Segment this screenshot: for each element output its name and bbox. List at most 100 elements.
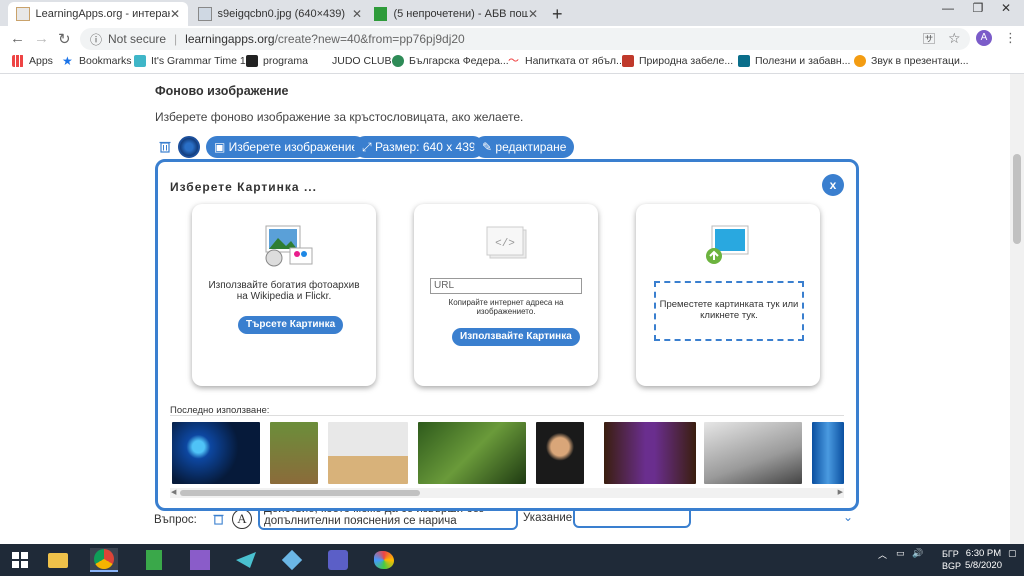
bookmarks-bar: Apps ★ Bookmarks It's Grammar Time 1 prog… <box>0 52 1024 74</box>
learningapps-favicon-icon <box>16 7 30 21</box>
teams-icon[interactable] <box>324 548 352 572</box>
card-description: Копирайте интернет адреса на изображение… <box>448 298 564 316</box>
recent-image-battery[interactable] <box>812 422 844 484</box>
chevron-down-icon[interactable]: ⌄ <box>843 510 853 524</box>
vertical-scrollbar[interactable] <box>1010 74 1024 544</box>
scrollbar-thumb[interactable] <box>180 490 420 496</box>
text-format-icon[interactable]: A <box>232 509 252 529</box>
bookmark-federation[interactable]: Българска Федера... <box>392 55 509 67</box>
sound-icon <box>854 55 866 67</box>
recent-image-virus[interactable] <box>172 422 260 484</box>
upload-image-card: Преместете картинката тук или кликнете т… <box>636 204 820 386</box>
address-bar[interactable]: ⓘ Not secure | learningapps.org/create?n… <box>80 28 970 50</box>
notifications-icon[interactable]: ▢ <box>1008 548 1017 559</box>
network-icon[interactable]: ▭ <box>896 548 905 559</box>
home-favicon-icon <box>374 7 388 21</box>
resize-icon: ⤢ <box>362 140 375 154</box>
bookmark-nature[interactable]: Природна забеле... <box>622 55 733 67</box>
choose-image-dialog: Изберете Картинка ... x Използвайте бога… <box>155 159 859 511</box>
close-window-icon[interactable]: ✕ <box>984 0 1024 20</box>
url-input[interactable]: URL <box>430 278 582 294</box>
bookmark-label: Звук в презентаци... <box>871 55 969 67</box>
bookmark-sound[interactable]: Звук в презентаци... <box>854 55 969 67</box>
lang-primary: БГР <box>942 549 959 559</box>
paper-plane-app-icon[interactable] <box>232 548 260 572</box>
useful-icon <box>738 55 750 67</box>
reload-icon[interactable]: ↻ <box>58 30 71 48</box>
security-status: Not secure <box>108 32 167 46</box>
page-title: Фоново изображение <box>155 84 289 98</box>
recent-image-jungle[interactable] <box>418 422 526 484</box>
bookmark-label: Напитката от ябъл... <box>525 55 625 67</box>
bookmark-label: It's Grammar Time 1 <box>151 55 246 67</box>
tab-image[interactable]: s9eigqcbn0.jpg (640×439) ✕ <box>190 2 370 26</box>
paint-icon[interactable] <box>370 548 398 572</box>
size-button[interactable]: ⤢ Размер: 640 x 439 <box>354 136 484 158</box>
recent-image-deer[interactable] <box>270 422 318 484</box>
bookmark-label: Apps <box>29 55 53 67</box>
translate-icon[interactable]: 🈂 <box>923 30 935 47</box>
apps-grid-icon <box>12 55 24 67</box>
separator: | <box>174 32 178 46</box>
edit-icon: ✎ <box>482 140 496 154</box>
recent-image-tools[interactable] <box>704 422 802 484</box>
profile-avatar[interactable]: A <box>976 30 992 46</box>
calculator-icon[interactable] <box>140 548 168 572</box>
chrome-icon[interactable] <box>90 548 118 572</box>
scrollbar-thumb[interactable] <box>1013 154 1021 244</box>
cube-app-icon[interactable] <box>278 548 306 572</box>
close-tab-icon[interactable]: ✕ <box>170 7 180 21</box>
bookmark-bookmarks[interactable]: ★ Bookmarks <box>62 55 132 67</box>
horizontal-scrollbar[interactable]: ◀ ▶ <box>170 488 844 498</box>
card-description: Използвайте богатия фотоархив на Wikiped… <box>208 280 360 302</box>
edit-button[interactable]: ✎ редактиране <box>474 136 575 158</box>
forward-icon[interactable]: → <box>34 30 49 47</box>
windows-taskbar: ︿ ▭ 🔊 БГР BGP 6:30 PM 5/8/2020 ▢ <box>0 544 1024 576</box>
upload-image-icon <box>706 225 749 264</box>
close-tab-icon[interactable]: ✕ <box>528 7 538 21</box>
tab-learningapps[interactable]: LearningApps.org - интерактив ✕ <box>8 2 188 26</box>
new-tab-icon[interactable]: + <box>552 4 563 25</box>
keyboard-layout[interactable]: БГР BGP <box>942 548 961 572</box>
recent-image-shakespeare[interactable] <box>536 422 584 484</box>
svg-text:</>: </> <box>495 238 515 250</box>
bookmark-judo[interactable]: JUDO CLUB <box>332 55 392 67</box>
choose-image-button[interactable]: ▣ Изберете изображение <box>206 136 367 158</box>
bookmark-label: programa <box>263 55 308 67</box>
background-thumbnail[interactable] <box>178 136 200 158</box>
info-icon[interactable]: ⓘ <box>90 31 102 48</box>
code-icon: </> <box>486 226 527 259</box>
windows-start-icon[interactable] <box>6 548 34 572</box>
system-clock[interactable]: 6:30 PM 5/8/2020 <box>965 548 1002 572</box>
speaker-icon[interactable]: 🔊 <box>912 548 923 559</box>
divider <box>170 415 844 416</box>
bookmark-grammar[interactable]: It's Grammar Time 1 <box>134 55 246 67</box>
bookmark-useful[interactable]: Полезни и забавн... <box>738 55 850 67</box>
recent-image-camel[interactable] <box>328 422 408 484</box>
search-image-button[interactable]: Търсете Картинка <box>238 316 344 334</box>
file-explorer-icon[interactable] <box>44 548 72 572</box>
bookmark-apps[interactable]: Apps <box>12 55 53 67</box>
bookmark-drink[interactable]: 〜 Напитката от ябъл... <box>508 55 625 67</box>
tray-chevron-icon[interactable]: ︿ <box>878 548 887 561</box>
drop-zone[interactable]: Преместете картинката тук или кликнете т… <box>654 281 804 341</box>
trash-icon[interactable] <box>213 513 224 525</box>
recent-image-throne[interactable] <box>604 422 696 484</box>
bookmark-label: Българска Федера... <box>409 55 509 67</box>
use-image-button[interactable]: Използвайте Картинка <box>452 328 580 346</box>
visual-studio-icon[interactable] <box>186 548 214 572</box>
url-image-card: </> URL Копирайте интернет адреса на изо… <box>414 204 598 386</box>
menu-icon[interactable]: ⋮ <box>1004 30 1017 46</box>
trash-icon[interactable] <box>159 140 171 153</box>
url-host: learningapps.org <box>185 32 275 46</box>
tab-abv-mail[interactable]: (5 непрочетени) - АБВ поща ✕ <box>366 2 546 26</box>
close-dialog-button[interactable]: x <box>822 174 844 196</box>
paper-plane-icon <box>134 55 146 67</box>
scroll-left-icon[interactable]: ◀ <box>171 488 176 496</box>
scroll-right-icon[interactable]: ▶ <box>838 488 843 496</box>
section-description: Изберете фоново изображение за кръстосло… <box>155 110 524 124</box>
back-icon[interactable]: ← <box>10 30 25 47</box>
bookmark-programa[interactable]: programa <box>246 55 308 67</box>
close-tab-icon[interactable]: ✕ <box>352 7 362 21</box>
star-icon[interactable]: ☆ <box>948 30 961 47</box>
